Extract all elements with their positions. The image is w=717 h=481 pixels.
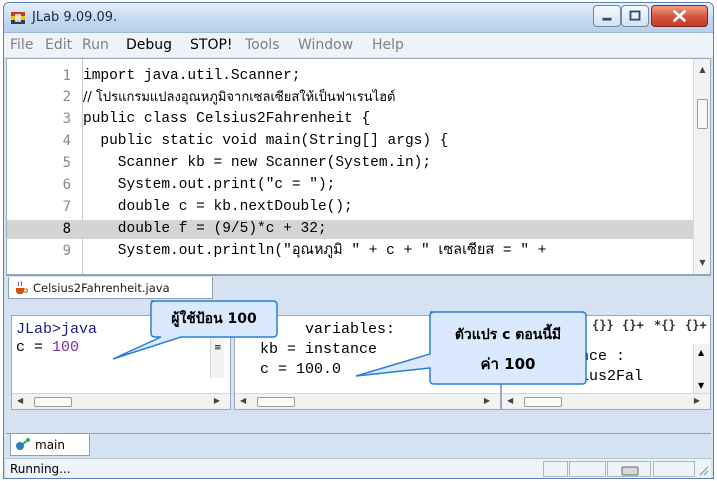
menu-file[interactable]: File xyxy=(10,37,33,53)
line-number: 2 xyxy=(62,89,71,105)
status-cell xyxy=(607,461,651,477)
line-number: 1 xyxy=(62,68,71,84)
line-number: 6 xyxy=(62,177,71,193)
step-return-icon[interactable]: {}+ xyxy=(685,318,707,332)
line-number: 4 xyxy=(62,133,71,149)
code-text: import java.util.Scanner; xyxy=(83,68,301,84)
code-text: System.out.print("c = "); xyxy=(83,177,336,193)
line-number: 3 xyxy=(62,111,71,127)
code-line: 3 public class Celsius2Fahrenheit { xyxy=(7,110,695,129)
code-line: 4 public static void main(String[] args)… xyxy=(7,132,695,151)
maximize-icon xyxy=(629,10,641,21)
close-button[interactable] xyxy=(651,5,708,27)
minimize-button[interactable] xyxy=(593,5,621,27)
menu-run[interactable]: Run xyxy=(82,37,109,53)
code-line: 5 Scanner kb = new Scanner(System.in); xyxy=(7,154,695,173)
scroll-down-icon[interactable]: ▼ xyxy=(697,258,708,268)
minimize-icon xyxy=(602,17,612,21)
file-tab-strip: Celsius2Fahrenheit.java xyxy=(6,275,711,299)
resize-grip-icon[interactable] xyxy=(697,464,709,476)
tab-label: main xyxy=(35,438,65,452)
menu-tools[interactable]: Tools xyxy=(245,37,280,53)
step-over-icon[interactable]: {}+ xyxy=(622,318,644,332)
code-line: 6 System.out.print("c = "); xyxy=(7,176,695,195)
line-number: 7 xyxy=(62,199,71,215)
menu-edit[interactable]: Edit xyxy=(45,37,72,53)
menu-help[interactable]: Help xyxy=(372,37,404,53)
current-code-line: 8 double f = (9/5)*c + 32; xyxy=(7,220,695,239)
scroll-up-icon[interactable]: ▲ xyxy=(697,65,708,75)
code-comment: // โปรแกรมแปลงอุณหภูมิจากเซลเซียสให้เป็น… xyxy=(83,90,396,105)
debug-toolbar: {}} {}+ *{} {}+ xyxy=(592,318,712,336)
console-prompt: JLab>java xyxy=(16,321,98,338)
code-line: 9 System.out.println("อุณหภูมิ " + c + "… xyxy=(7,242,695,261)
title-bar[interactable]: JLab 9.09.09. xyxy=(4,3,713,33)
thread-icon xyxy=(16,438,30,450)
close-icon xyxy=(673,10,686,22)
java-cup-icon xyxy=(16,280,28,294)
code-text: Scanner kb = new Scanner(System.in); xyxy=(83,155,432,171)
console-input-value: 100 xyxy=(52,339,80,356)
code-text: System.out.println("อุณหภูมิ " + c + " เ… xyxy=(83,243,547,259)
console-horizontal-scrollbar[interactable]: ◀ ▶ xyxy=(12,393,230,409)
menu-bar: File Edit Run Debug STOP! Tools Window H… xyxy=(4,33,713,57)
console-label: c = xyxy=(16,339,53,356)
scroll-left-icon[interactable]: ◀ xyxy=(17,396,23,405)
window-title: JLab 9.09.09. xyxy=(32,10,118,25)
console-output: c = 100 xyxy=(16,339,79,357)
code-text: public static void main(String[] args) { xyxy=(83,133,449,149)
scrollbar-thumb[interactable] xyxy=(697,99,708,129)
tab-celsius2fahrenheit[interactable]: Celsius2Fahrenheit.java xyxy=(8,277,213,299)
callout-variable-value: ตัวแปร c ตอนนี้มี ค่า 100 xyxy=(352,310,592,400)
scrollbar-thumb[interactable] xyxy=(257,397,295,407)
tab-label: Celsius2Fahrenheit.java xyxy=(33,281,170,295)
step-out-icon[interactable]: *{} xyxy=(654,318,676,332)
code-text: double f = (9/5)*c + 32; xyxy=(83,221,327,237)
scroll-left-icon[interactable]: ◀ xyxy=(240,396,246,405)
step-into-icon[interactable]: {}} xyxy=(592,318,614,332)
menu-window[interactable]: Window xyxy=(298,37,353,53)
code-line: 2 // โปรแกรมแปลงอุณหภูมิจากเซลเซียสให้เป… xyxy=(7,88,695,107)
code-text: double c = kb.nextDouble(); xyxy=(83,199,353,215)
menu-stop[interactable]: STOP! xyxy=(190,37,233,53)
status-text: Running... xyxy=(10,462,71,476)
tab-main[interactable]: main xyxy=(10,434,90,456)
scroll-down-icon[interactable]: ▼ xyxy=(698,381,704,390)
status-bar: Running... xyxy=(6,458,711,478)
line-number: 8 xyxy=(62,221,71,237)
callout-text-line1: ตัวแปร c ตอนนี้มี xyxy=(454,327,562,343)
status-cell xyxy=(543,461,568,477)
jlab-app-icon xyxy=(11,12,25,24)
scroll-right-icon[interactable]: ▶ xyxy=(214,396,220,405)
keyboard-icon xyxy=(621,466,639,476)
status-cell xyxy=(653,461,695,477)
callout-text: ผู้ใช้ป้อน 100 xyxy=(171,311,257,327)
thread-tab-strip: main xyxy=(6,433,711,456)
line-number: 9 xyxy=(62,243,71,259)
code-text: public class Celsius2Fahrenheit { xyxy=(83,111,371,127)
variable-row: c = 100.0 xyxy=(260,361,342,378)
jlab-window: JLab 9.09.09. File Edit Run Debug STOP! … xyxy=(3,2,714,479)
scroll-right-icon[interactable]: ▶ xyxy=(694,396,700,405)
callout-text-line2: ค่า 100 xyxy=(480,355,536,373)
code-editor[interactable]: 1 import java.util.Scanner; 2 // โปรแกรม… xyxy=(6,58,711,275)
status-cell xyxy=(569,461,606,477)
code-line: 7 double c = kb.nextDouble(); xyxy=(7,198,695,217)
sequence-vertical-scrollbar[interactable]: ▲ ▼ xyxy=(693,344,710,394)
scrollbar-thumb[interactable] xyxy=(34,397,72,407)
line-number: 5 xyxy=(62,155,71,171)
callout-user-input: ผู้ใช้ป้อน 100 xyxy=(109,297,279,361)
code-line: 1 import java.util.Scanner; xyxy=(7,67,695,86)
menu-debug[interactable]: Debug xyxy=(126,37,172,53)
editor-vertical-scrollbar[interactable]: ▲ ▼ xyxy=(693,59,710,274)
scroll-up-icon[interactable]: ▲ xyxy=(698,348,704,357)
maximize-button[interactable] xyxy=(621,5,649,27)
